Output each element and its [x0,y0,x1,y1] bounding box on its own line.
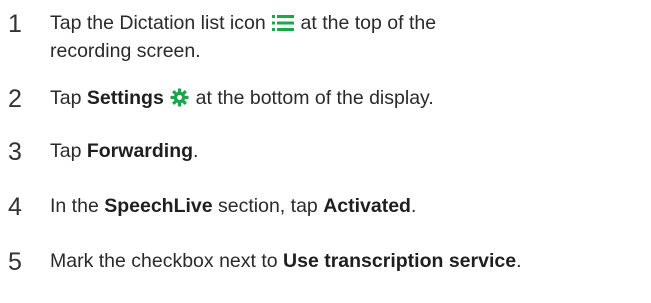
step-1-text-after-icon: at the top of the [300,12,437,34]
step-5-text-before: Mark the checkbox next to [50,250,284,272]
step-text: Tap the Dictation list icon at the top o… [50,11,436,64]
step-1-text-before-icon: Tap the Dictation list icon [50,12,266,34]
step-text: Tap Forwarding. [50,139,198,164]
list-icon [272,14,295,39]
step-2-text-before: Tap [50,87,87,109]
step-text: In the SpeechLive section, tap Activated… [50,194,416,219]
step-number: 4 [8,193,22,221]
step-number: 3 [8,138,22,166]
step-2-text-after: at the bottom of the display. [195,87,434,109]
forwarding-label: Forwarding [86,140,194,162]
step-number: 1 [8,10,22,38]
settings-label: Settings [86,87,164,109]
step-5-text-after: . [516,250,522,272]
step-4-text-after: . [410,195,417,217]
step-number: 2 [8,85,22,113]
step-text: Mark the checkbox next to Use transcript… [50,249,521,274]
use-transcription-service-label: Use transcription service [283,250,517,272]
step-4-text-middle: section, tap [212,195,324,217]
step-3-text-before: Tap [50,140,87,162]
activated-label: Activated [323,195,411,217]
step-text: Tap Settings at the bottom of the displa… [50,86,434,114]
step-number: 5 [8,248,22,276]
instruction-steps: 1 Tap the Dictation list icon at the top… [0,0,651,303]
step-3-text-after: . [193,140,199,162]
gear-icon [170,88,189,114]
speechlive-label: SpeechLive [104,195,213,217]
step-1-text-line2: recording screen. [50,40,201,62]
step-4-text-before: In the [50,195,105,217]
